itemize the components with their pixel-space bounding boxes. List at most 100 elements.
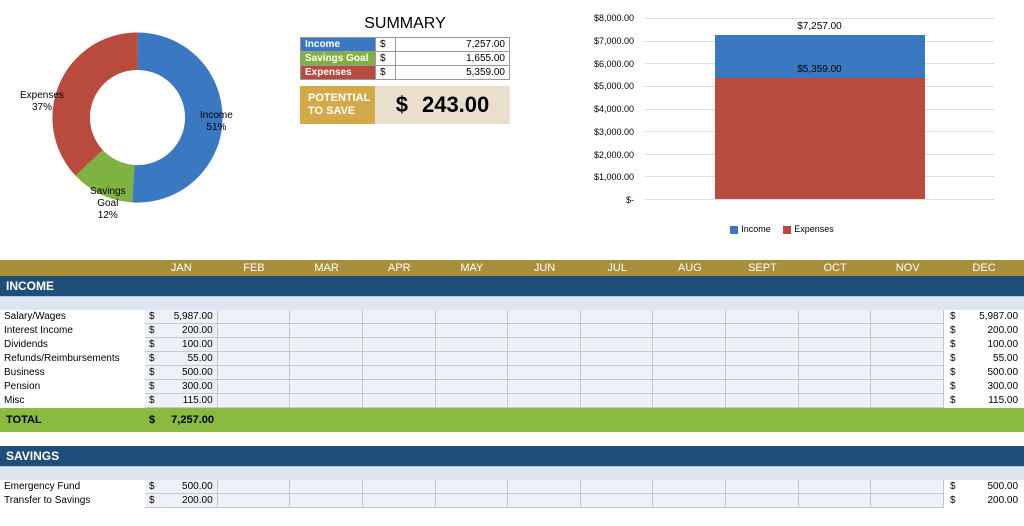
- grid-cell[interactable]: [653, 380, 726, 394]
- grid-cell[interactable]: [581, 324, 654, 338]
- grid-cell[interactable]: [581, 494, 654, 508]
- grid-cell[interactable]: [436, 380, 509, 394]
- grid-cell[interactable]: [871, 494, 944, 508]
- grid-cell[interactable]: [799, 352, 872, 366]
- grid-cell[interactable]: [508, 380, 581, 394]
- grid-cell[interactable]: $200.00: [145, 324, 218, 338]
- grid-cell[interactable]: [436, 338, 509, 352]
- grid-cell[interactable]: [581, 352, 654, 366]
- grid-cell[interactable]: [799, 394, 872, 408]
- grid-cell[interactable]: [290, 480, 363, 494]
- grid-cell[interactable]: [653, 494, 726, 508]
- grid-cell[interactable]: [653, 324, 726, 338]
- grid-cell[interactable]: [363, 366, 436, 380]
- grid-cell[interactable]: [726, 324, 799, 338]
- grid-cell[interactable]: [508, 338, 581, 352]
- grid-cell[interactable]: $100.00: [145, 338, 218, 352]
- grid-cell[interactable]: [581, 338, 654, 352]
- grid-cell[interactable]: [726, 480, 799, 494]
- grid-cell[interactable]: [290, 338, 363, 352]
- grid-cell[interactable]: [871, 380, 944, 394]
- grid-cell[interactable]: $300.00: [145, 380, 218, 394]
- grid-cell[interactable]: $55.00: [145, 352, 218, 366]
- grid-cell[interactable]: $500.00: [145, 366, 218, 380]
- grid-cell[interactable]: [363, 494, 436, 508]
- grid-cell[interactable]: [726, 338, 799, 352]
- grid-cell[interactable]: [363, 352, 436, 366]
- grid-cell[interactable]: [508, 324, 581, 338]
- grid-cell[interactable]: [799, 480, 872, 494]
- grid-cell[interactable]: [653, 352, 726, 366]
- grid-cell[interactable]: [653, 310, 726, 324]
- grid-cell[interactable]: [218, 338, 291, 352]
- grid-cell[interactable]: [653, 394, 726, 408]
- grid-cell[interactable]: [218, 352, 291, 366]
- grid-cell[interactable]: [508, 352, 581, 366]
- grid-cell[interactable]: [363, 480, 436, 494]
- grid-cell[interactable]: [290, 380, 363, 394]
- grid-cell[interactable]: [799, 366, 872, 380]
- grid-cell[interactable]: [799, 494, 872, 508]
- grid-cell[interactable]: [799, 310, 872, 324]
- grid-cell[interactable]: [290, 394, 363, 408]
- grid-cell[interactable]: [218, 380, 291, 394]
- grid-cell[interactable]: [726, 380, 799, 394]
- grid-cell[interactable]: $200.00: [145, 494, 218, 508]
- grid-cell[interactable]: [726, 352, 799, 366]
- grid-cell[interactable]: [871, 338, 944, 352]
- grid-cell[interactable]: [653, 480, 726, 494]
- grid-cell[interactable]: [363, 380, 436, 394]
- grid-cell[interactable]: [508, 394, 581, 408]
- grid-cell[interactable]: [290, 366, 363, 380]
- grid-cell[interactable]: [436, 366, 509, 380]
- grid-cell[interactable]: [218, 494, 291, 508]
- grid-cell[interactable]: [363, 394, 436, 408]
- grid-cell[interactable]: [436, 394, 509, 408]
- grid-cell[interactable]: [290, 324, 363, 338]
- grid-cell[interactable]: $5,987.00: [145, 310, 218, 324]
- grid-cell[interactable]: [726, 366, 799, 380]
- grid-cell[interactable]: [799, 380, 872, 394]
- grid-cell[interactable]: [363, 338, 436, 352]
- grid-cell[interactable]: [508, 480, 581, 494]
- grid-cell[interactable]: $500.00: [145, 480, 218, 494]
- grid-cell[interactable]: [581, 394, 654, 408]
- grid-cell[interactable]: [871, 352, 944, 366]
- grid-cell[interactable]: [218, 480, 291, 494]
- grid-cell[interactable]: [799, 338, 872, 352]
- grid-cell[interactable]: [871, 394, 944, 408]
- grid-cell[interactable]: [436, 352, 509, 366]
- grid-cell[interactable]: [726, 494, 799, 508]
- grid-cell[interactable]: [653, 366, 726, 380]
- grid-cell[interactable]: [436, 494, 509, 508]
- grid-cell[interactable]: [436, 324, 509, 338]
- grid-cell[interactable]: [218, 394, 291, 408]
- grid-cell[interactable]: [436, 480, 509, 494]
- grid-cell[interactable]: [290, 352, 363, 366]
- grid-cell[interactable]: $115.00: [145, 394, 218, 408]
- grid-cell[interactable]: [726, 310, 799, 324]
- grid-cell[interactable]: [581, 380, 654, 394]
- grid-cell[interactable]: [581, 480, 654, 494]
- grid-cell[interactable]: [218, 366, 291, 380]
- grid-cell[interactable]: [871, 324, 944, 338]
- grid-cell[interactable]: [290, 494, 363, 508]
- grid-cell[interactable]: [726, 394, 799, 408]
- grid-cell[interactable]: [581, 366, 654, 380]
- grid-cell[interactable]: [508, 366, 581, 380]
- grid-cell[interactable]: [290, 310, 363, 324]
- grid-cell[interactable]: [871, 310, 944, 324]
- grid-cell[interactable]: [363, 324, 436, 338]
- grid-cell[interactable]: [218, 324, 291, 338]
- grid-cell[interactable]: [363, 310, 436, 324]
- grid-cell[interactable]: [653, 338, 726, 352]
- grid-cell[interactable]: [799, 324, 872, 338]
- grid-cell[interactable]: [871, 366, 944, 380]
- month-header-cell: JAN: [145, 260, 218, 276]
- grid-cell[interactable]: [218, 310, 291, 324]
- grid-cell[interactable]: [581, 310, 654, 324]
- grid-cell[interactable]: [508, 494, 581, 508]
- grid-cell[interactable]: [508, 310, 581, 324]
- grid-cell[interactable]: [436, 310, 509, 324]
- grid-cell[interactable]: [871, 480, 944, 494]
